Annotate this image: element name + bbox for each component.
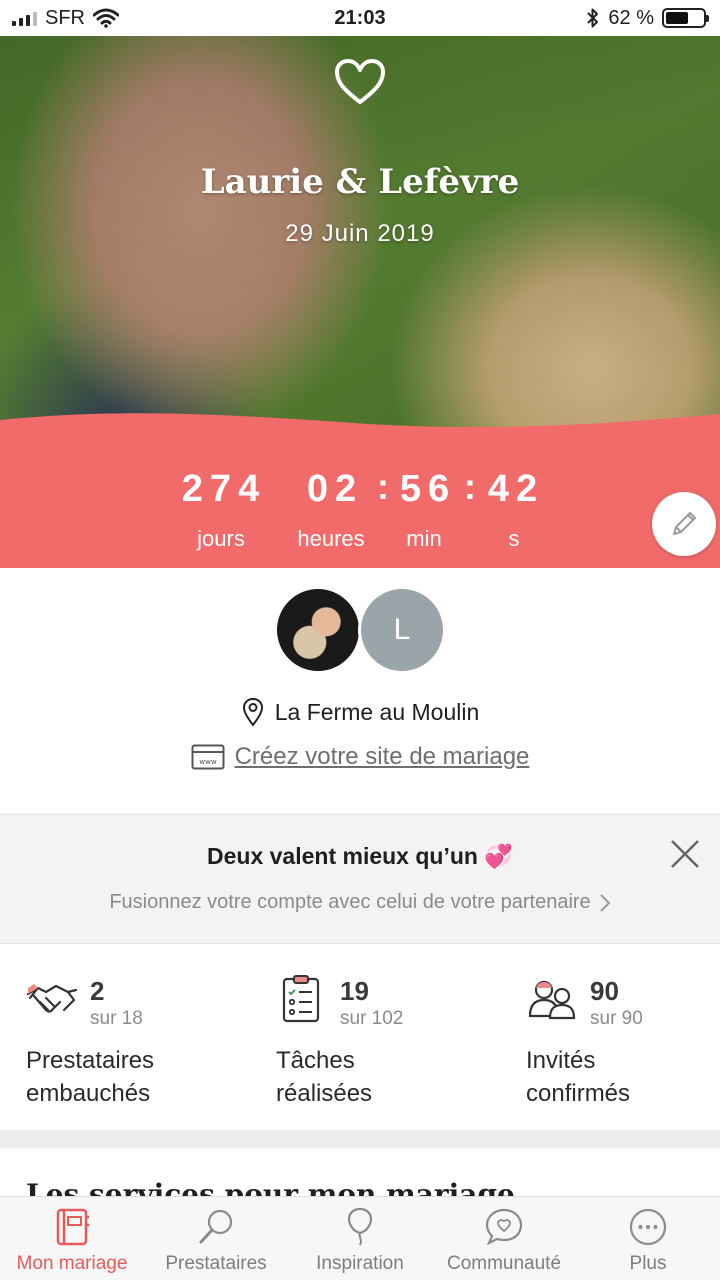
partner-avatar[interactable]: L <box>358 586 446 674</box>
banner-title: Deux valent mieux qu’un 💞 <box>207 843 513 869</box>
countdown-hours: 02 <box>306 468 364 510</box>
notebook-icon <box>56 1208 89 1246</box>
edit-wedding-button[interactable] <box>652 492 716 556</box>
stat-label: Tâches réalisées <box>276 1047 373 1107</box>
wifi-icon <box>93 8 119 28</box>
stat-label: Invités confirmés <box>526 1047 631 1107</box>
couple-avatars[interactable]: L <box>274 586 450 674</box>
guests-icon <box>528 980 576 1020</box>
carrier-name: SFR <box>45 6 85 29</box>
services-title: Les services pour mon mariage <box>26 1178 515 1196</box>
countdown-minutes-label: min <box>406 526 442 551</box>
countdown-seconds: 42 <box>487 468 545 510</box>
stat-vendors[interactable]: 2 sur 18 Prestataires embauchés <box>0 944 240 1130</box>
wedding-date: 29 Juin 2019 <box>285 220 435 247</box>
merge-account-banner[interactable]: Deux valent mieux qu’un 💞 Fusionnez votr… <box>0 814 720 944</box>
countdown-days: 274 <box>181 468 267 510</box>
balloon-icon <box>347 1207 373 1246</box>
stat-total: sur 102 <box>340 1008 404 1029</box>
countdown-separator: : <box>464 466 476 507</box>
tab-plus[interactable]: Plus <box>576 1197 720 1280</box>
stat-value: 2 <box>90 976 105 1006</box>
tab-communaute[interactable]: Communauté <box>432 1197 576 1280</box>
venue[interactable]: La Ferme au Moulin <box>0 697 720 727</box>
tab-bar: Mon mariage Prestataires Inspiration Com… <box>0 1196 720 1280</box>
status-bar: SFR 21:03 62 % <box>0 0 720 36</box>
countdown-days-label: jours <box>197 526 245 551</box>
svg-text:www: www <box>199 758 216 766</box>
banner-subtitle-link[interactable]: Fusionnez votre compte avec celui de vot… <box>0 891 720 914</box>
countdown-seconds-label: s <box>508 526 520 551</box>
stat-guests[interactable]: 90 sur 90 Invités confirmés <box>500 944 720 1130</box>
tab-label: Mon mariage <box>16 1253 128 1274</box>
browser-icon: www <box>191 744 225 770</box>
stat-tasks[interactable]: 19 sur 102 Tâches réalisées <box>250 944 490 1130</box>
tab-mon-mariage[interactable]: Mon mariage <box>0 1197 144 1280</box>
countdown-hours-label: heures <box>297 526 365 551</box>
signal-icon <box>12 10 37 26</box>
tab-label: Communauté <box>446 1253 562 1274</box>
hero-header: Laurie & Lefèvre 29 Juin 2019 274 02 : 5… <box>0 36 720 568</box>
chat-heart-icon <box>485 1208 523 1246</box>
avatar[interactable] <box>274 586 362 674</box>
venue-name: La Ferme au Moulin <box>274 698 480 725</box>
checklist-icon <box>282 975 320 1023</box>
heart-logo-icon <box>335 59 385 104</box>
stat-label: Prestataires embauchés <box>26 1047 155 1107</box>
create-website-link[interactable]: www Créez votre site de mariage <box>0 743 720 771</box>
stat-total: sur 90 <box>590 1008 643 1029</box>
tab-label: Plus <box>629 1253 667 1274</box>
section-divider <box>0 1130 720 1148</box>
wedding-stats: 2 sur 18 Prestataires embauchés 19 sur 10… <box>0 944 720 1130</box>
battery-percent: 62 % <box>608 6 654 29</box>
tab-prestataires[interactable]: Prestataires <box>144 1197 288 1280</box>
more-icon <box>629 1208 667 1246</box>
location-pin-icon <box>242 697 263 727</box>
countdown-minutes: 56 <box>399 468 457 510</box>
close-icon[interactable] <box>668 837 702 871</box>
handshake-icon <box>26 984 78 1013</box>
create-website-label: Créez votre site de mariage <box>234 743 530 770</box>
chevron-right-icon <box>599 893 611 912</box>
stat-value: 19 <box>340 976 369 1006</box>
battery-icon <box>662 8 709 28</box>
stat-total: sur 18 <box>90 1008 143 1029</box>
pencil-icon <box>673 512 696 535</box>
banner-subtitle: Fusionnez votre compte avec celui de vot… <box>109 891 591 913</box>
services-section: Les services pour mon mariage <box>0 1148 720 1196</box>
tab-inspiration[interactable]: Inspiration <box>288 1197 432 1280</box>
bluetooth-icon <box>587 8 599 28</box>
tab-label: Prestataires <box>165 1253 267 1274</box>
search-icon <box>199 1209 233 1244</box>
stat-value: 90 <box>590 976 619 1006</box>
couple-names: Laurie & Lefèvre <box>200 162 520 202</box>
tab-label: Inspiration <box>316 1253 404 1274</box>
countdown-separator: : <box>377 466 389 507</box>
countdown-timer: 274 02 : 56 : 42 jours heures min s <box>0 464 720 564</box>
